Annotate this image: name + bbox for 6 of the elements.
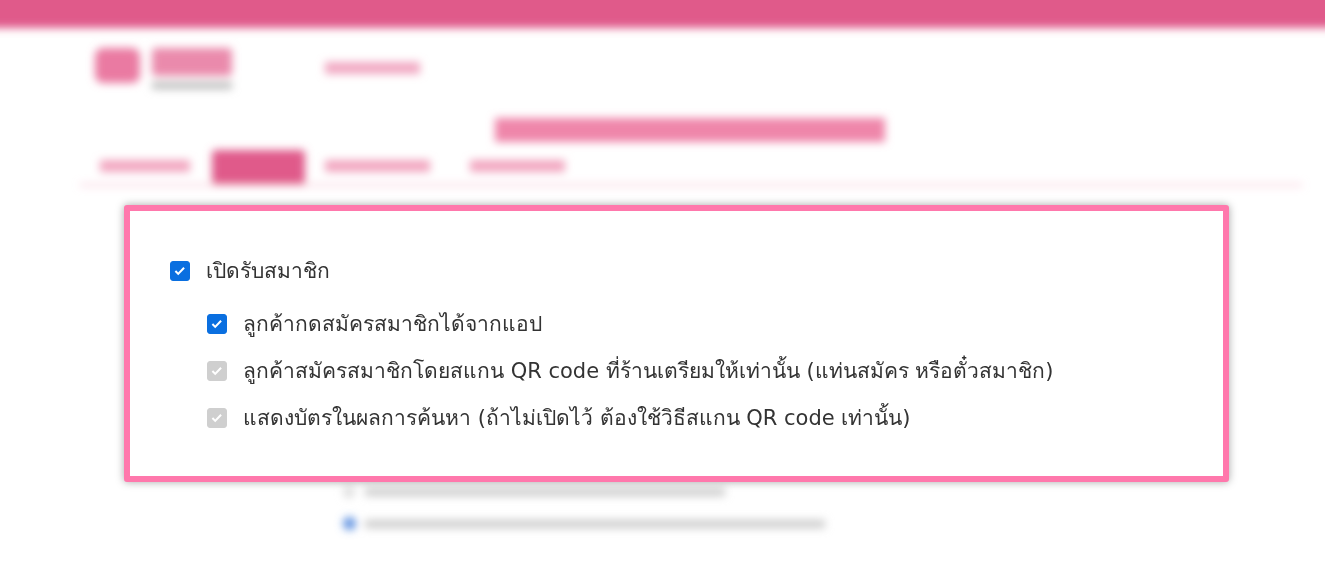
- option-label: ลูกค้าสมัครสมาชิกโดยสแกน QR code ที่ร้านเตรียมให้เท่านั้น (แท่นสมัคร หรือตั๋วสมาชิก): [243, 357, 1054, 385]
- option-label: เปิดรับสมาชิก: [206, 258, 330, 285]
- checkbox[interactable]: [170, 261, 190, 281]
- option-label: แสดงบัตรในผลการค้นหา (ถ้าไม่เปิดไว้ ต้องใช้วิธีสแกน QR code เท่านั้น): [243, 404, 911, 432]
- checkbox[interactable]: [207, 314, 227, 334]
- option-label: ลูกค้ากดสมัครสมาชิกได้จากแอป: [243, 311, 542, 338]
